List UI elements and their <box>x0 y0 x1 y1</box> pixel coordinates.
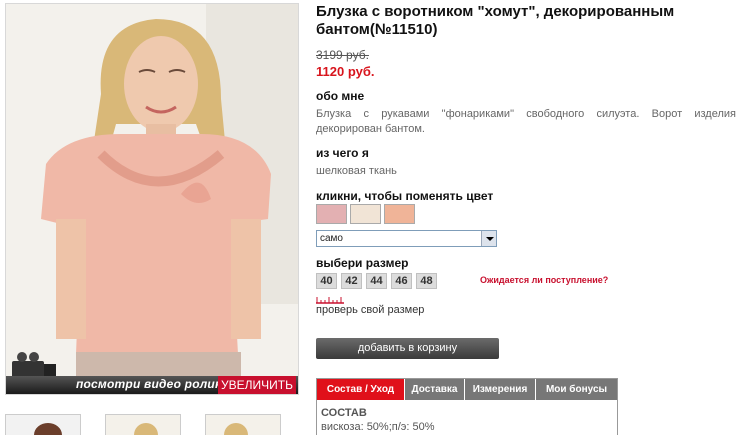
color-select-value: само <box>320 233 343 244</box>
thumbnail-1[interactable] <box>5 414 81 435</box>
about-text: Блузка с рукавами "фонариками" свободног… <box>316 108 736 135</box>
product-photo[interactable] <box>6 4 298 394</box>
size-heading: выбери размер <box>316 256 409 270</box>
size-option-48[interactable]: 48 <box>416 273 437 289</box>
product-tabs: Состав / Уход Доставка Измерения Мои бон… <box>316 378 618 435</box>
color-heading: кликни, чтобы поменять цвет <box>316 189 494 203</box>
size-option-42[interactable]: 42 <box>341 273 362 289</box>
tab-bar: Состав / Уход Доставка Измерения Мои бон… <box>317 379 617 400</box>
thumbnail-strip <box>5 414 299 435</box>
watch-video-link[interactable]: посмотри видео ролик <box>76 377 221 391</box>
color-swatch-1[interactable] <box>316 204 347 224</box>
size-option-44[interactable]: 44 <box>366 273 387 289</box>
product-photo-frame: посмотри видео ролик УВЕЛИЧИТЬ <box>5 3 299 395</box>
old-price: 3199 руб. <box>316 48 369 62</box>
thumbnail-3[interactable] <box>205 414 281 435</box>
size-option-40[interactable]: 40 <box>316 273 337 289</box>
tab-my-bonuses[interactable]: Мои бонусы <box>536 379 617 400</box>
zoom-link[interactable]: УВЕЛИЧИТЬ <box>218 376 296 394</box>
size-option-46[interactable]: 46 <box>391 273 412 289</box>
product-title: Блузка с воротником "хомут", декорирован… <box>316 3 675 38</box>
tab-delivery[interactable]: Доставка <box>405 379 465 400</box>
video-bar: посмотри видео ролик УВЕЛИЧИТЬ <box>6 376 298 394</box>
tab-content: СОСТАВ вискоза: 50%;п/э: 50% <box>317 400 617 433</box>
tab-measurements[interactable]: Измерения <box>465 379 536 400</box>
color-swatch-3[interactable] <box>384 204 415 224</box>
color-select[interactable]: само <box>316 230 497 247</box>
material-heading: из чего я <box>316 146 369 160</box>
check-size-link[interactable]: проверь свой размер <box>316 304 424 316</box>
new-price: 1120 руб. <box>316 64 375 79</box>
ruler-icon <box>316 297 344 304</box>
material-text: шелковая ткань <box>316 165 397 177</box>
about-heading: обо мне <box>316 89 365 103</box>
composition-heading: СОСТАВ <box>321 407 367 419</box>
thumbnail-2[interactable] <box>105 414 181 435</box>
color-swatch-2[interactable] <box>350 204 381 224</box>
product-info: Блузка с воротником "хомут", декорирован… <box>316 3 736 435</box>
awaiting-stock-link[interactable]: Ожидается ли поступление? <box>480 275 608 285</box>
add-to-cart-button[interactable]: добавить в корзину <box>316 338 499 359</box>
composition-text: вискоза: 50%;п/э: 50% <box>321 421 435 433</box>
chevron-down-icon[interactable] <box>481 231 496 246</box>
tab-composition-care[interactable]: Состав / Уход <box>317 379 405 400</box>
